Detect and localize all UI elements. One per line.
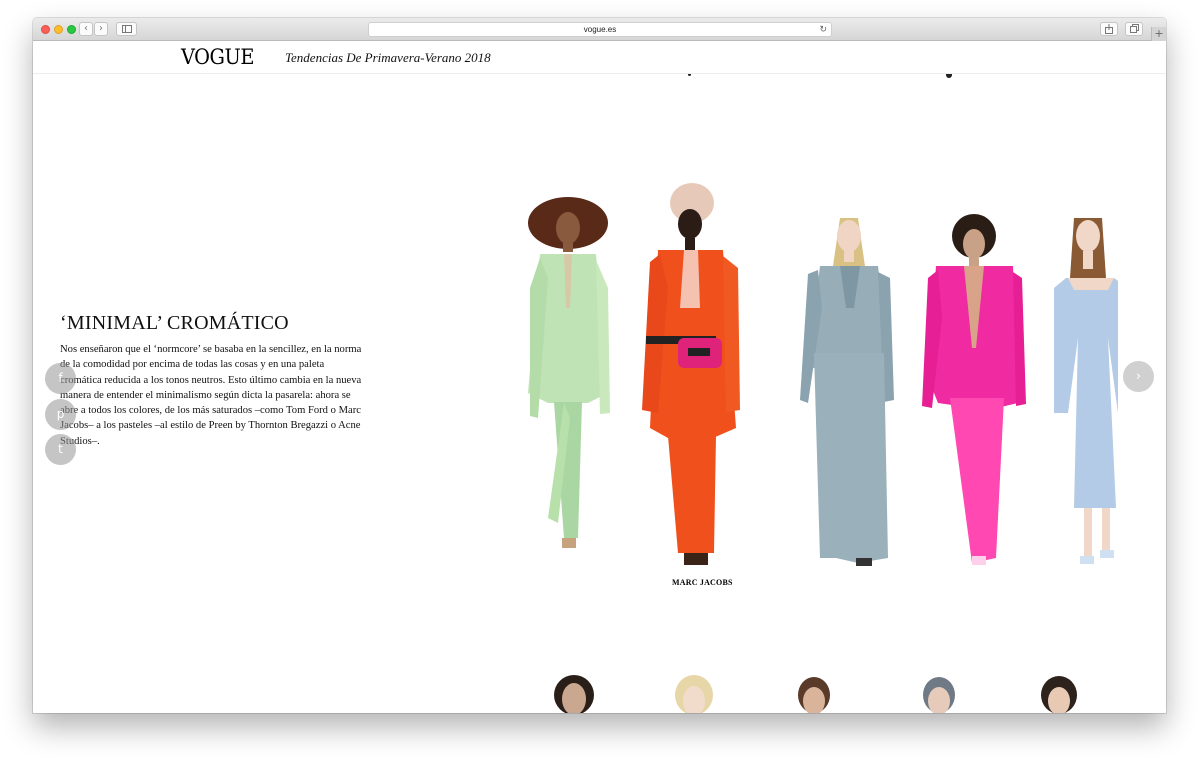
- address-bar[interactable]: vogue.es ↻: [368, 22, 832, 37]
- portrait-3: [798, 677, 830, 713]
- model-mint-suit: [528, 197, 610, 548]
- portrait-5: [1041, 676, 1077, 713]
- tabs-overview-button[interactable]: [1125, 22, 1143, 36]
- portrait-1: [554, 675, 594, 713]
- chevron-left-icon: ‹: [84, 23, 88, 34]
- chevron-right-icon: ›: [1135, 369, 1142, 384]
- article-body: Nos enseñaron que el ‘normcore’ se basab…: [60, 344, 362, 447]
- vogue-logo[interactable]: VOGUE: [181, 45, 254, 69]
- new-tab-button[interactable]: +: [1151, 27, 1166, 41]
- cropped-image-fragment: [946, 74, 952, 78]
- chevron-right-icon: ›: [99, 23, 103, 34]
- gallery-next-button[interactable]: ›: [1123, 361, 1154, 392]
- model-pink-suit: [922, 214, 1026, 565]
- browser-toolbar: ‹ › vogue.es ↻ +: [33, 18, 1166, 41]
- forward-button[interactable]: ›: [94, 22, 108, 36]
- model-orange-suit: [642, 183, 740, 565]
- model-light-blue-dress: [1054, 218, 1118, 564]
- next-gallery-preview[interactable]: [538, 673, 1098, 713]
- url-text: vogue.es: [583, 25, 617, 34]
- article-title: ‘MINIMAL’ CROMÁTICO: [60, 312, 289, 334]
- portrait-2: [675, 675, 713, 713]
- gallery-caption: MARC JACOBS: [672, 578, 733, 587]
- browser-window: ‹ › vogue.es ↻ + VOGUE Tendencias De Pri…: [33, 18, 1166, 713]
- share-icon: [1105, 24, 1113, 34]
- facebook-icon: f: [58, 371, 63, 385]
- runway-gallery-image[interactable]: [518, 178, 1118, 568]
- close-window-button[interactable]: [41, 25, 50, 34]
- portrait-4: [923, 677, 955, 713]
- zoom-window-button[interactable]: [67, 25, 76, 34]
- minimize-window-button[interactable]: [54, 25, 63, 34]
- sidebar-icon: [121, 25, 132, 33]
- back-button[interactable]: ‹: [79, 22, 93, 36]
- model-grey-blue-suit: [800, 218, 894, 566]
- share-button[interactable]: [1100, 22, 1118, 36]
- tumblr-share-button[interactable]: t: [45, 434, 76, 465]
- plus-icon: +: [1154, 27, 1164, 40]
- header-title: Tendencias De Primavera-Verano 2018: [285, 50, 491, 65]
- tumblr-icon: t: [58, 442, 63, 456]
- site-header: VOGUE Tendencias De Primavera-Verano 201…: [33, 41, 1166, 74]
- tabs-icon: [1129, 24, 1139, 33]
- reload-icon[interactable]: ↻: [819, 23, 827, 36]
- cropped-image-fragment: [688, 74, 691, 76]
- sidebar-button[interactable]: [116, 22, 137, 36]
- pinterest-icon: p: [56, 407, 65, 421]
- facebook-share-button[interactable]: f: [45, 363, 76, 394]
- pinterest-share-button[interactable]: p: [45, 399, 76, 430]
